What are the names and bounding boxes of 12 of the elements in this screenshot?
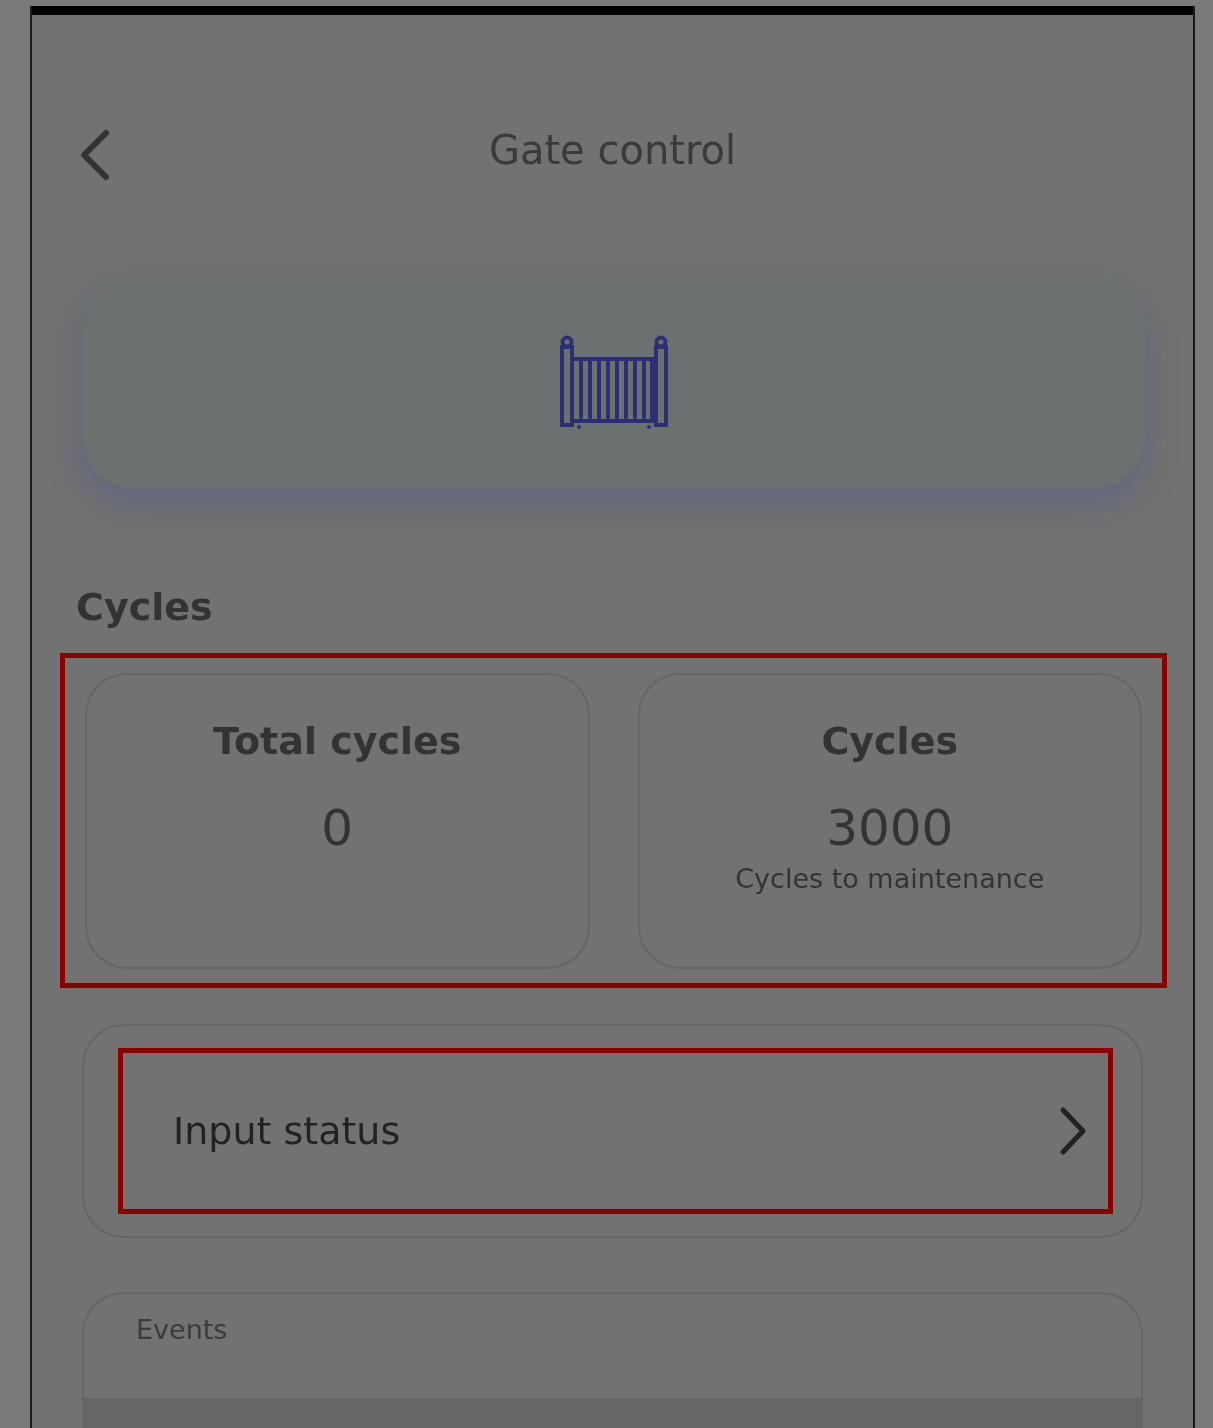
stat-caption: Cycles to maintenance: [735, 863, 1045, 894]
stat-title: Total cycles: [213, 719, 462, 763]
events-label: Events: [135, 1313, 229, 1347]
input-status-link[interactable]: Input status: [123, 1053, 1108, 1209]
stat-value: 3000: [826, 799, 954, 857]
chevron-right-icon: [1058, 1106, 1088, 1156]
section-heading: Cycles: [76, 585, 214, 629]
stat-title: Cycles: [821, 719, 959, 763]
back-icon: [78, 129, 112, 181]
stat-value: 0: [321, 799, 354, 857]
gate-icon: [558, 335, 669, 431]
screen-title: Gate control: [488, 127, 737, 173]
